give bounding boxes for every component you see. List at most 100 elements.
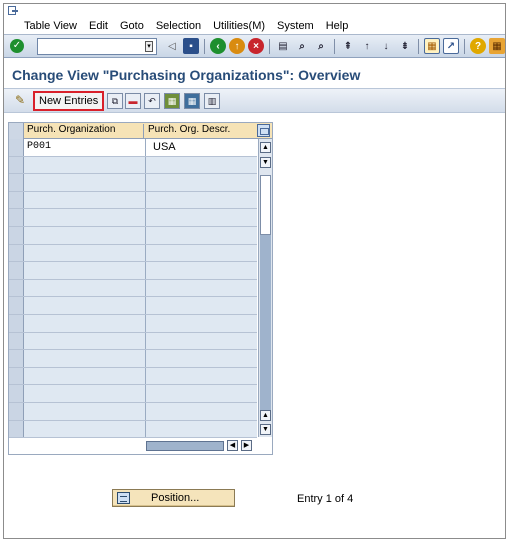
- command-history-icon[interactable]: ▾: [145, 41, 153, 52]
- row-selector[interactable]: [9, 385, 24, 402]
- table-row[interactable]: [9, 314, 257, 333]
- cell-purch-org: [25, 350, 146, 367]
- scroll-down-icon[interactable]: ▼: [260, 424, 271, 435]
- row-selector[interactable]: [9, 262, 24, 279]
- create-session-icon[interactable]: ▦: [424, 38, 440, 54]
- row-selector[interactable]: [9, 332, 24, 350]
- menu-edit[interactable]: Edit: [83, 20, 114, 32]
- print-icon[interactable]: ▤: [275, 38, 291, 54]
- cell-purch-org-descr: [147, 297, 257, 314]
- horizontal-scrollbar[interactable]: ◀ ▶: [146, 439, 258, 453]
- help-icon[interactable]: ?: [470, 38, 486, 54]
- row-selector[interactable]: [9, 244, 24, 262]
- undo-icon[interactable]: ↶: [144, 93, 160, 109]
- row-selector[interactable]: [9, 279, 24, 297]
- last-page-icon[interactable]: ⇟: [397, 38, 413, 54]
- menu-goto[interactable]: Goto: [114, 20, 150, 32]
- horizontal-scroll-thumb[interactable]: [146, 441, 224, 451]
- cell-purch-org-descr: [147, 333, 257, 350]
- table-row[interactable]: [9, 402, 257, 421]
- table-row[interactable]: [9, 244, 257, 263]
- table-row[interactable]: [9, 385, 257, 403]
- back-icon[interactable]: ‹: [210, 38, 226, 54]
- save-icon[interactable]: ▪: [183, 38, 199, 54]
- row-selector[interactable]: [9, 350, 24, 367]
- table-row[interactable]: [9, 209, 257, 227]
- position-button[interactable]: Position...: [112, 489, 235, 507]
- row-selector[interactable]: [9, 226, 24, 244]
- layout-icon[interactable]: ▦: [489, 38, 505, 54]
- row-selector[interactable]: [9, 314, 24, 332]
- first-page-icon[interactable]: ⇞: [340, 38, 356, 54]
- table-row[interactable]: [9, 174, 257, 192]
- copy-icon[interactable]: ⧉: [107, 93, 123, 109]
- row-selector[interactable]: [9, 191, 24, 209]
- cell-purch-org-descr: [147, 280, 257, 297]
- column-header-purch-org[interactable]: Purch. Organization: [25, 124, 144, 138]
- menu-items: Table View Edit Goto Selection Utilities…: [18, 20, 354, 32]
- find-icon[interactable]: ⌕: [294, 38, 310, 54]
- scroll-thumb[interactable]: [260, 175, 271, 235]
- table-row[interactable]: [9, 297, 257, 315]
- back-arrow-icon[interactable]: ◁: [164, 38, 180, 54]
- menu-system[interactable]: System: [271, 20, 320, 32]
- deselect-all-icon[interactable]: ▥: [204, 93, 220, 109]
- row-selector[interactable]: [9, 420, 24, 438]
- new-entries-button[interactable]: New Entries: [33, 91, 105, 111]
- delete-icon[interactable]: ▬: [125, 93, 141, 109]
- shortcut-icon[interactable]: ↗: [443, 38, 459, 54]
- menu-utilities[interactable]: Utilities(M): [207, 20, 271, 32]
- page-down-icon[interactable]: ▼: [260, 157, 271, 168]
- select-all-corner[interactable]: [9, 123, 24, 139]
- menu-table-view[interactable]: Table View: [18, 20, 83, 32]
- table-row[interactable]: [9, 226, 257, 245]
- cell-purch-org: [25, 191, 146, 209]
- scroll-right-icon[interactable]: ▶: [241, 440, 252, 451]
- next-page-icon[interactable]: ↓: [378, 38, 394, 54]
- column-header-purch-org-descr[interactable]: Purch. Org. Descr.: [146, 124, 256, 138]
- scroll-left-icon[interactable]: ◀: [227, 440, 238, 451]
- table-body: P001 USA: [9, 139, 257, 439]
- cell-purch-org: [25, 226, 146, 244]
- row-selector[interactable]: [9, 209, 24, 226]
- menu-selection[interactable]: Selection: [150, 20, 207, 32]
- table-row[interactable]: [9, 191, 257, 210]
- cell-purch-org-descr: [147, 192, 257, 209]
- row-selector[interactable]: [9, 402, 24, 420]
- scroll-up-icon[interactable]: ▲: [260, 142, 271, 153]
- vertical-scrollbar[interactable]: ▲ ▼ ▲ ▼: [258, 139, 272, 437]
- table-settings-icon[interactable]: [257, 124, 270, 137]
- exit-icon[interactable]: ↑: [229, 38, 245, 54]
- table-row[interactable]: [9, 420, 257, 439]
- table-row[interactable]: [9, 262, 257, 280]
- select-block-icon[interactable]: ▦: [184, 93, 200, 109]
- row-selector[interactable]: [9, 174, 24, 191]
- row-selector[interactable]: [9, 156, 24, 174]
- scroll-track[interactable]: [260, 235, 271, 411]
- previous-page-icon[interactable]: ↑: [359, 38, 375, 54]
- table-header: Purch. Organization Purch. Org. Descr.: [9, 123, 272, 139]
- find-next-icon[interactable]: ⌕: [313, 38, 329, 54]
- table-row[interactable]: [9, 350, 257, 368]
- row-selector[interactable]: [9, 139, 24, 156]
- toolbar-separator: [269, 38, 270, 54]
- cell-purch-org: [25, 297, 146, 314]
- row-selector[interactable]: [9, 297, 24, 314]
- table-row[interactable]: [9, 279, 257, 298]
- toolbar-separator: [334, 38, 335, 54]
- display-change-icon[interactable]: ✎: [12, 93, 28, 109]
- select-all-icon[interactable]: ▦: [164, 93, 180, 109]
- table-row[interactable]: P001 USA: [9, 139, 257, 157]
- enter-icon[interactable]: ✓: [10, 39, 24, 53]
- system-menu-icon[interactable]: [7, 5, 19, 17]
- table-row[interactable]: [9, 367, 257, 386]
- cell-purch-org-descr: [147, 174, 257, 191]
- cell-purch-org: [25, 314, 146, 332]
- page-up-icon[interactable]: ▲: [260, 410, 271, 421]
- command-field[interactable]: ▾: [37, 38, 157, 55]
- cancel-icon[interactable]: ×: [248, 38, 264, 54]
- menu-help[interactable]: Help: [320, 20, 355, 32]
- table-row[interactable]: [9, 156, 257, 175]
- table-row[interactable]: [9, 332, 257, 351]
- row-selector[interactable]: [9, 367, 24, 385]
